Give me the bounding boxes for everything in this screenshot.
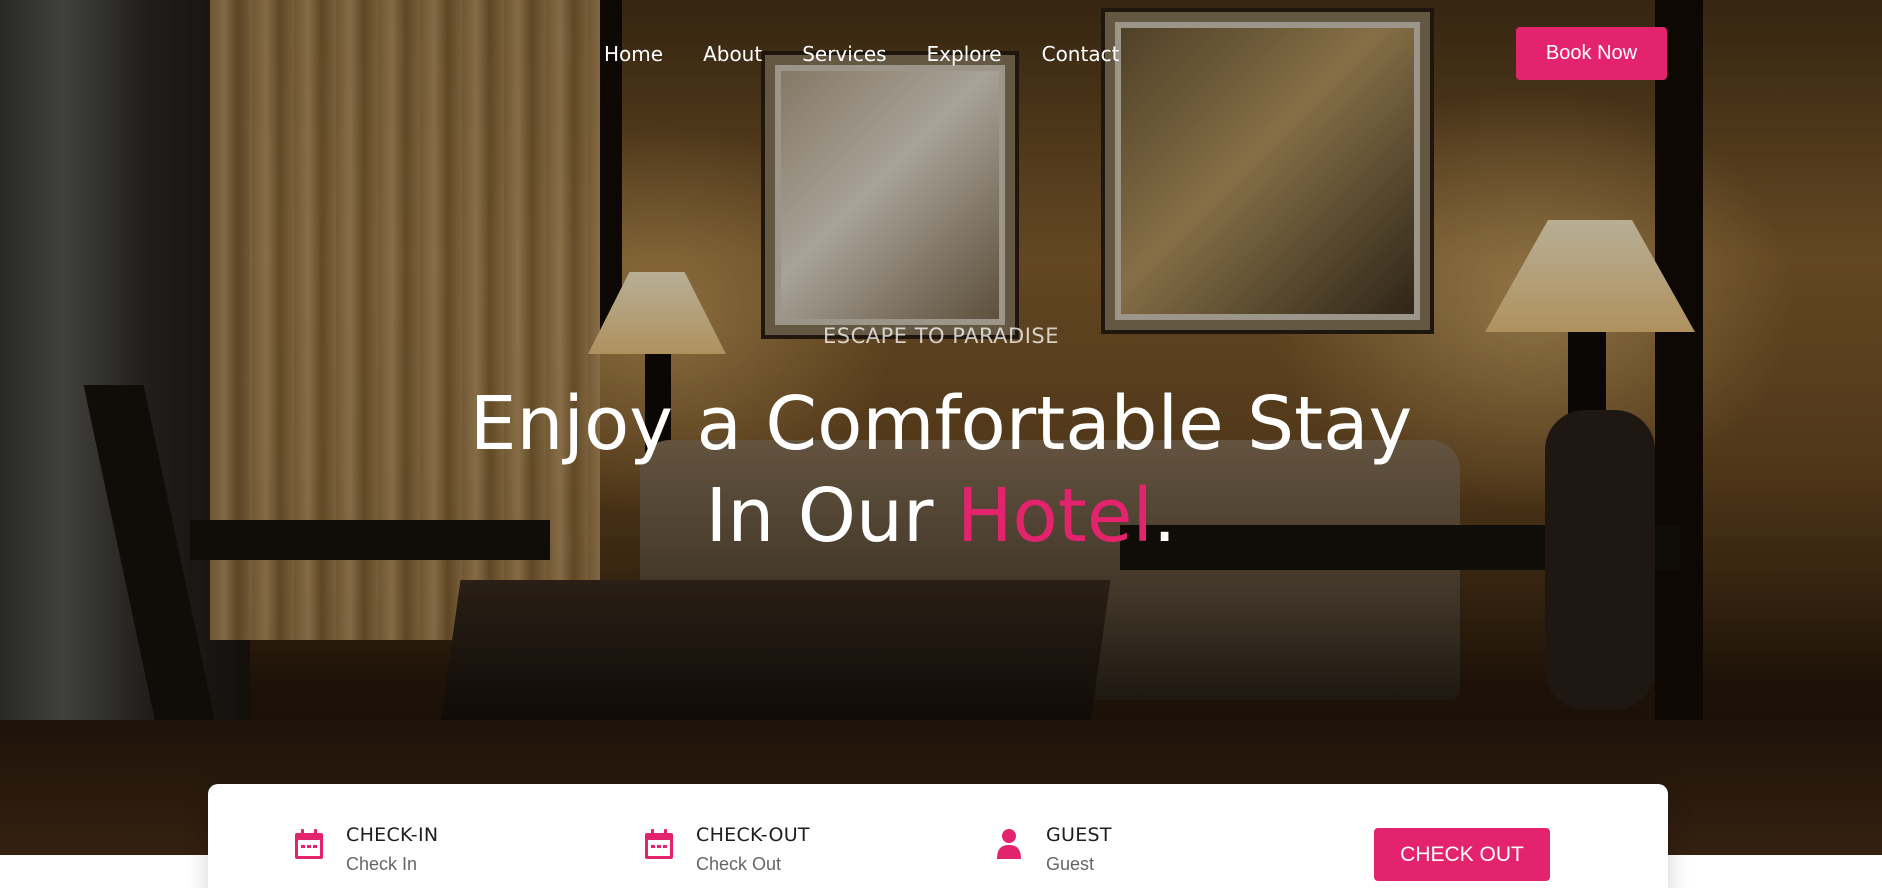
nav-explore[interactable]: Explore	[927, 40, 1002, 68]
book-now-button[interactable]: Book Now	[1516, 27, 1667, 80]
booking-bar: CHECK-IN Check In CHECK-OUT Check Out GU…	[208, 784, 1668, 888]
check-out-title: CHECK-OUT	[696, 824, 810, 846]
hero-headline: Enjoy a Comfortable Stay In Our Hotel.	[0, 378, 1882, 562]
nav-home[interactable]: Home	[604, 40, 663, 68]
headline-line-2-prefix: In Our	[705, 473, 957, 559]
guest-field[interactable]: GUEST Guest	[994, 824, 1112, 884]
check-out-button[interactable]: CHECK OUT	[1374, 828, 1550, 881]
nav-services[interactable]: Services	[802, 40, 886, 68]
check-in-field[interactable]: CHECK-IN Check In	[294, 824, 438, 884]
guest-title: GUEST	[1046, 824, 1112, 846]
calendar-icon	[295, 829, 323, 859]
headline-line-1: Enjoy a Comfortable Stay	[469, 381, 1413, 467]
check-out-text: CHECK-OUT Check Out	[696, 824, 810, 884]
headline-accent: Hotel	[956, 473, 1153, 559]
user-icon	[997, 829, 1021, 859]
check-out-value: Check Out	[696, 854, 782, 874]
guest-value: Guest	[1046, 854, 1095, 874]
check-in-text: CHECK-IN Check In	[346, 824, 438, 884]
nav-about[interactable]: About	[703, 40, 762, 68]
check-out-field[interactable]: CHECK-OUT Check Out	[644, 824, 810, 884]
check-in-title: CHECK-IN	[346, 824, 439, 846]
main-nav: Home About Services Explore Contact	[604, 40, 1119, 68]
headline-suffix: .	[1152, 473, 1177, 559]
nav-contact[interactable]: Contact	[1042, 40, 1120, 68]
guest-text: GUEST Guest	[1046, 824, 1112, 884]
check-in-value: Check In	[346, 854, 418, 874]
hero-tagline: ESCAPE TO PARADISE	[822, 324, 1060, 348]
calendar-icon	[645, 829, 673, 859]
